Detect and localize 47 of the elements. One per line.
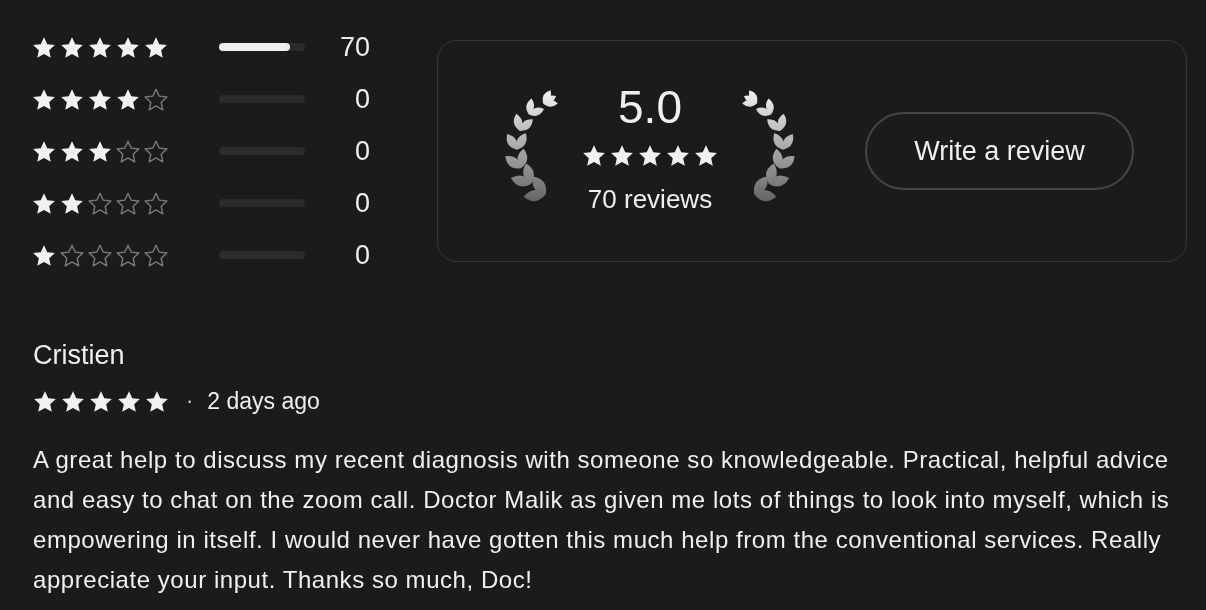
- star-outline-icon: [61, 244, 83, 266]
- rating-count: 0: [353, 187, 370, 219]
- star-icon: [667, 144, 689, 166]
- reviewer-name: Cristien: [33, 339, 125, 372]
- star-icon: [33, 88, 55, 110]
- star-outline-icon: [117, 192, 139, 214]
- star-icon: [33, 140, 55, 162]
- star-outline-icon: [89, 192, 111, 214]
- star-icon: [61, 36, 83, 58]
- rating-count: 70: [338, 31, 370, 63]
- star-icon: [33, 192, 55, 214]
- star-icon: [90, 390, 112, 412]
- star-icon: [61, 88, 83, 110]
- star-icon: [583, 144, 605, 166]
- star-outline-icon: [117, 140, 139, 162]
- star-icon: [34, 390, 56, 412]
- star-icon: [89, 140, 111, 162]
- star-icon: [117, 36, 139, 58]
- star-icon: [33, 36, 55, 58]
- rating-count: 0: [353, 239, 370, 271]
- star-outline-icon: [89, 244, 111, 266]
- star-icon: [118, 390, 140, 412]
- star-outline-icon: [145, 244, 167, 266]
- star-outline-icon: [145, 140, 167, 162]
- star-icon: [89, 88, 111, 110]
- star-icon: [639, 144, 661, 166]
- star-icon: [611, 144, 633, 166]
- star-icon: [61, 192, 83, 214]
- star-icon: [61, 140, 83, 162]
- review-count: 70 reviews: [587, 182, 713, 215]
- rating-count: 0: [353, 135, 370, 167]
- star-icon: [117, 88, 139, 110]
- star-icon: [62, 390, 84, 412]
- review-text: A great help to discuss my recent diagnosis with someone so knowledgeable. Practical, helpful advice and easy to chat on the zoom call. Doctor Malik as given me lots of things to look into myself, which is empowering in itself. I would never have gotten this much help from the conventional services. Really appreciate your input. Thanks so much, Doc!: [33, 445, 1171, 595]
- write-review-button[interactable]: Write a review: [865, 112, 1134, 190]
- rating-count: 0: [353, 83, 370, 115]
- star-icon: [33, 244, 55, 266]
- review-date: 2 days ago: [207, 387, 320, 416]
- star-outline-icon: [145, 192, 167, 214]
- star-icon: [89, 36, 111, 58]
- star-icon: [145, 36, 167, 58]
- star-icon: [146, 390, 168, 412]
- star-icon: [695, 144, 717, 166]
- separator-dot: ·: [186, 387, 194, 415]
- star-outline-icon: [117, 244, 139, 266]
- average-rating: 5.0: [618, 83, 682, 130]
- star-outline-icon: [145, 88, 167, 110]
